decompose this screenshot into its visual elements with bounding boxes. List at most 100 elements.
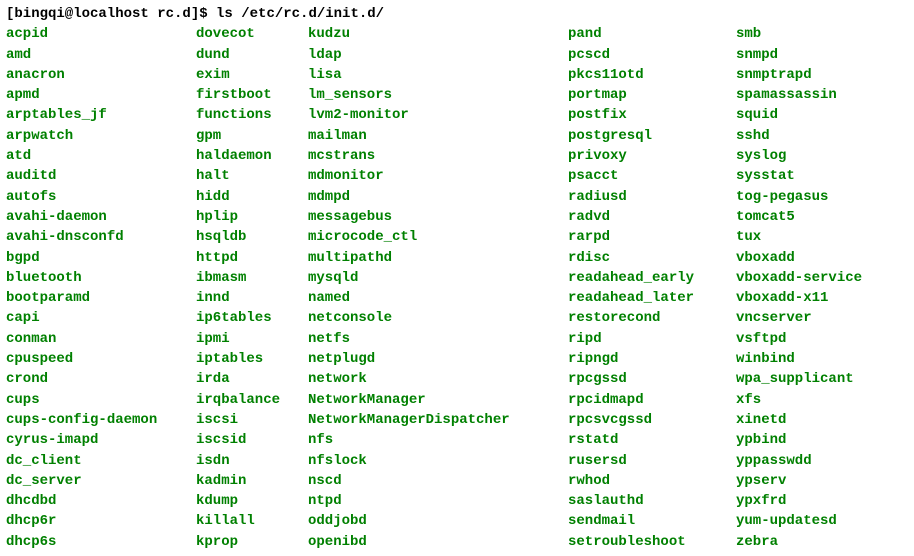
file-entry: firstboot [196, 85, 308, 105]
file-entry: ypbind [736, 430, 862, 450]
file-entry: mcstrans [308, 146, 568, 166]
file-entry: setroubleshoot [568, 532, 736, 552]
file-entry: NetworkManager [308, 390, 568, 410]
file-entry: mailman [308, 126, 568, 146]
file-entry: dhcp6s [6, 532, 196, 552]
file-entry: netfs [308, 329, 568, 349]
file-entry: mysqld [308, 268, 568, 288]
listing-column-5: smbsnmpdsnmptrapdspamassassinsquidsshdsy… [736, 24, 862, 552]
file-entry: ripngd [568, 349, 736, 369]
file-entry: ibmasm [196, 268, 308, 288]
file-entry: yum-updatesd [736, 511, 862, 531]
file-entry: kadmin [196, 471, 308, 491]
file-entry: readahead_later [568, 288, 736, 308]
file-entry: anacron [6, 65, 196, 85]
directory-listing: acpidamdanacronapmdarptables_jfarpwatcha… [6, 24, 908, 552]
file-entry: dc_server [6, 471, 196, 491]
file-entry: postgresql [568, 126, 736, 146]
file-entry: ntpd [308, 491, 568, 511]
listing-column-2: dovecotdundeximfirstbootfunctionsgpmhald… [196, 24, 308, 552]
file-entry: dund [196, 45, 308, 65]
file-entry: nfs [308, 430, 568, 450]
file-entry: iscsi [196, 410, 308, 430]
file-entry: cyrus-imapd [6, 430, 196, 450]
file-entry: openibd [308, 532, 568, 552]
file-entry: ldap [308, 45, 568, 65]
file-entry: sshd [736, 126, 862, 146]
file-entry: sendmail [568, 511, 736, 531]
file-entry: rdisc [568, 248, 736, 268]
file-entry: spamassassin [736, 85, 862, 105]
file-entry: psacct [568, 166, 736, 186]
file-entry: pand [568, 24, 736, 44]
file-entry: postfix [568, 105, 736, 125]
file-entry: kdump [196, 491, 308, 511]
file-entry: squid [736, 105, 862, 125]
file-entry: haldaemon [196, 146, 308, 166]
file-entry: ypxfrd [736, 491, 862, 511]
file-entry: vsftpd [736, 329, 862, 349]
file-entry: NetworkManagerDispatcher [308, 410, 568, 430]
file-entry: amd [6, 45, 196, 65]
file-entry: nfslock [308, 451, 568, 471]
file-entry: httpd [196, 248, 308, 268]
file-entry: rpcsvcgssd [568, 410, 736, 430]
file-entry: avahi-daemon [6, 207, 196, 227]
file-entry: rstatd [568, 430, 736, 450]
file-entry: iscsid [196, 430, 308, 450]
file-entry: netconsole [308, 308, 568, 328]
file-entry: pcscd [568, 45, 736, 65]
file-entry: multipathd [308, 248, 568, 268]
file-entry: mdmonitor [308, 166, 568, 186]
file-entry: halt [196, 166, 308, 186]
file-entry: autofs [6, 187, 196, 207]
file-entry: killall [196, 511, 308, 531]
file-entry: dovecot [196, 24, 308, 44]
file-entry: lisa [308, 65, 568, 85]
file-entry: rarpd [568, 227, 736, 247]
file-entry: portmap [568, 85, 736, 105]
file-entry: yppasswdd [736, 451, 862, 471]
file-entry: isdn [196, 451, 308, 471]
file-entry: snmpd [736, 45, 862, 65]
file-entry: ip6tables [196, 308, 308, 328]
file-entry: privoxy [568, 146, 736, 166]
file-entry: innd [196, 288, 308, 308]
file-entry: cups [6, 390, 196, 410]
file-entry: restorecond [568, 308, 736, 328]
file-entry: tog-pegasus [736, 187, 862, 207]
file-entry: radiusd [568, 187, 736, 207]
file-entry: vncserver [736, 308, 862, 328]
file-entry: wpa_supplicant [736, 369, 862, 389]
file-entry: lm_sensors [308, 85, 568, 105]
file-entry: conman [6, 329, 196, 349]
file-entry: irda [196, 369, 308, 389]
file-entry: acpid [6, 24, 196, 44]
file-entry: dhcdbd [6, 491, 196, 511]
file-entry: smb [736, 24, 862, 44]
file-entry: snmptrapd [736, 65, 862, 85]
shell-prompt: [bingqi@localhost rc.d]$ ls /etc/rc.d/in… [6, 4, 908, 24]
file-entry: bluetooth [6, 268, 196, 288]
file-entry: functions [196, 105, 308, 125]
file-entry: zebra [736, 532, 862, 552]
file-entry: oddjobd [308, 511, 568, 531]
file-entry: hplip [196, 207, 308, 227]
file-entry: lvm2-monitor [308, 105, 568, 125]
file-entry: mdmpd [308, 187, 568, 207]
file-entry: readahead_early [568, 268, 736, 288]
file-entry: xfs [736, 390, 862, 410]
file-entry: network [308, 369, 568, 389]
file-entry: rpcgssd [568, 369, 736, 389]
file-entry: named [308, 288, 568, 308]
file-entry: iptables [196, 349, 308, 369]
file-entry: microcode_ctl [308, 227, 568, 247]
file-entry: arptables_jf [6, 105, 196, 125]
file-entry: saslauthd [568, 491, 736, 511]
file-entry: avahi-dnsconfd [6, 227, 196, 247]
file-entry: vboxadd-service [736, 268, 862, 288]
file-entry: messagebus [308, 207, 568, 227]
file-entry: hsqldb [196, 227, 308, 247]
file-entry: bootparamd [6, 288, 196, 308]
listing-column-3: kudzuldaplisalm_sensorslvm2-monitormailm… [308, 24, 568, 552]
